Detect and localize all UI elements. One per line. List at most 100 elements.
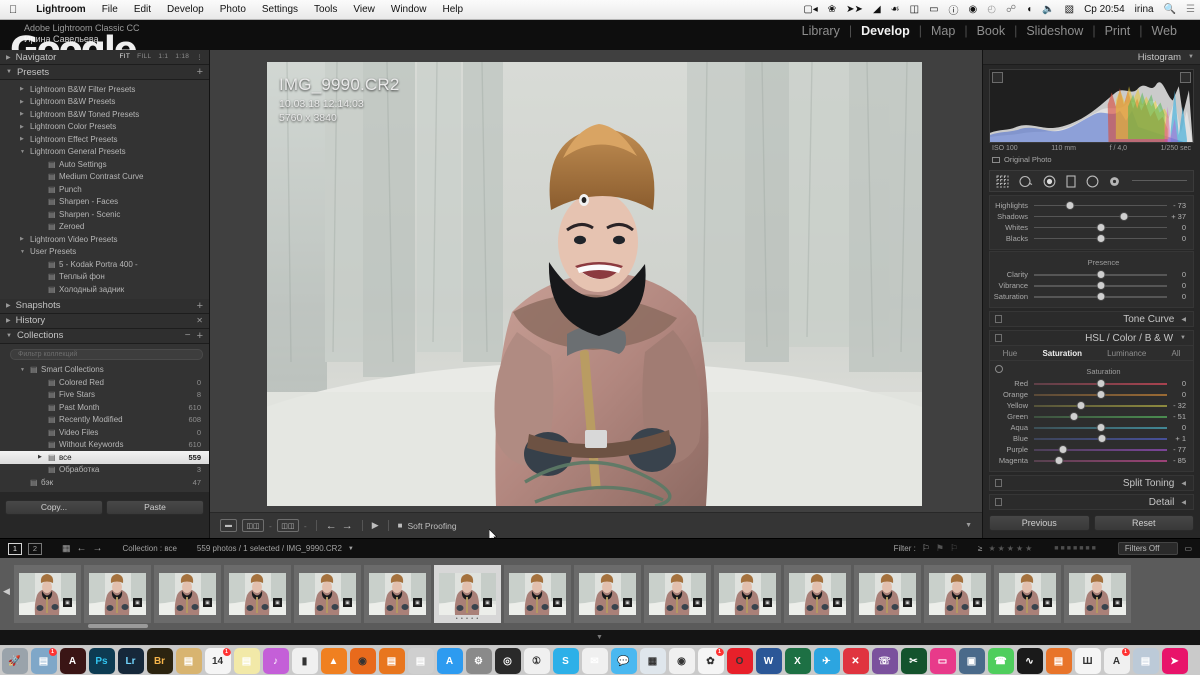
mail-icon[interactable]: ✉: [581, 648, 608, 674]
bridge-icon[interactable]: Br: [146, 648, 173, 674]
collection-item[interactable]: ▼ ▤ Smart Collections: [0, 364, 209, 377]
slider-row[interactable]: Blue + 1: [990, 433, 1193, 444]
filmstrip-thumbnail[interactable]: ▣: [504, 565, 571, 623]
tab-luminance[interactable]: Luminance: [1107, 349, 1146, 358]
volume-icon[interactable]: 🔈: [1037, 4, 1059, 15]
slider-row[interactable]: Purple - 77: [990, 444, 1193, 455]
badge-icon[interactable]: ▣: [693, 598, 702, 607]
badge-icon[interactable]: ▣: [343, 598, 352, 607]
slider-row[interactable]: Orange 0: [990, 389, 1193, 400]
itunes-icon[interactable]: ♪: [262, 648, 289, 674]
slider-value[interactable]: 0: [1167, 234, 1193, 243]
apple-logo-icon[interactable]: : [0, 4, 28, 16]
slider-track[interactable]: [1034, 401, 1167, 410]
photoshop-icon[interactable]: Ps: [88, 648, 115, 674]
zoom-fit[interactable]: FIT: [120, 53, 131, 61]
badge-icon[interactable]: ▣: [483, 598, 492, 607]
filmstrip-thumbnail[interactable]: ▣: [224, 565, 291, 623]
photos-icon[interactable]: ✿ 1: [697, 648, 724, 674]
preset-item[interactable]: ▶ Lightroom Effect Presets: [0, 133, 209, 146]
chevron-left-icon[interactable]: ◀: [1181, 499, 1186, 506]
preset-item[interactable]: ▤ Sharpen - Faces: [0, 196, 209, 209]
slider-row[interactable]: Magenta - 85: [990, 455, 1193, 466]
info-icon[interactable]: ⓘ: [944, 2, 964, 17]
page-1-button[interactable]: 1: [8, 542, 22, 555]
chevron-left-icon[interactable]: ◀: [1181, 480, 1186, 487]
flag-icon[interactable]: ◢: [868, 4, 886, 15]
collection-item[interactable]: ▤ Colored Red 0: [0, 376, 209, 389]
module-book[interactable]: Book: [968, 24, 1015, 38]
collection-item[interactable]: ▤ Video Files 0: [0, 426, 209, 439]
module-print[interactable]: Print: [1096, 24, 1140, 38]
1password-icon[interactable]: ①: [523, 648, 550, 674]
slider-row[interactable]: Green - 51: [990, 411, 1193, 422]
preset-item[interactable]: ▤ Medium Contrast Curve: [0, 171, 209, 184]
badge-icon[interactable]: ▣: [763, 598, 772, 607]
preset-item[interactable]: ▶ Lightroom B&W Presets: [0, 96, 209, 109]
filmstrip-thumbnail[interactable]: ▣: [784, 565, 851, 623]
flag-us-icon[interactable]: ▧: [1060, 4, 1079, 15]
chevron-down-icon[interactable]: ▼: [596, 634, 603, 641]
slider-value[interactable]: + 37: [1167, 212, 1193, 221]
histogram-plot[interactable]: [989, 69, 1194, 143]
slider-knob[interactable]: [1055, 457, 1063, 464]
preset-item[interactable]: ▤ Zeroed: [0, 221, 209, 234]
app-store-icon[interactable]: A: [436, 648, 463, 674]
module-develop[interactable]: Develop: [852, 24, 919, 38]
grid-view-icon[interactable]: ▦: [62, 543, 71, 554]
module-library[interactable]: Library: [793, 24, 849, 38]
chevron-left-icon[interactable]: ◀: [1181, 316, 1186, 323]
slider-row[interactable]: Blacks 0: [990, 233, 1193, 244]
opera-icon[interactable]: O: [726, 648, 753, 674]
color-label-filters[interactable]: ■■■■■■■: [1054, 545, 1098, 552]
copy-button[interactable]: Copy...: [5, 499, 103, 515]
acrobat-reader-icon[interactable]: A: [59, 648, 86, 674]
badge-icon[interactable]: ▣: [903, 598, 912, 607]
menu-item-file[interactable]: File: [94, 4, 126, 15]
slider-knob[interactable]: [1070, 413, 1078, 420]
slider-track[interactable]: [1034, 445, 1167, 454]
slider-value[interactable]: 0: [1167, 270, 1193, 279]
preset-item[interactable]: ▤ Auto Settings: [0, 158, 209, 171]
acrobat-pro-icon[interactable]: A1: [1103, 648, 1130, 674]
transfer-icon[interactable]: ➤➤: [841, 4, 868, 15]
arrow-right-icon[interactable]: →: [342, 520, 353, 532]
stickies-icon[interactable]: ▤: [233, 648, 260, 674]
menu-item-help[interactable]: Help: [434, 4, 471, 15]
preset-item[interactable]: ▶ Lightroom B&W Toned Presets: [0, 108, 209, 121]
slider-track[interactable]: [1034, 201, 1167, 210]
slider-row[interactable]: Shadows + 37: [990, 211, 1193, 222]
previous-button[interactable]: Previous: [989, 515, 1090, 531]
module-map[interactable]: Map: [922, 24, 964, 38]
chrome-icon[interactable]: ◉: [668, 648, 695, 674]
thumbnail-rating[interactable]: • • • • •: [434, 616, 501, 622]
plus-icon[interactable]: +: [191, 330, 203, 342]
badge-icon[interactable]: ▣: [553, 598, 562, 607]
audacity-icon[interactable]: ∿: [1016, 648, 1043, 674]
slider-track[interactable]: [1034, 281, 1167, 290]
display-icon[interactable]: ▭: [924, 4, 943, 15]
chevron-down-icon[interactable]: ▼: [1188, 54, 1194, 60]
preset-item[interactable]: ▶ Lightroom Video Presets: [0, 233, 209, 246]
zoom-1-1[interactable]: 1:1: [158, 53, 168, 61]
plus-icon[interactable]: +: [197, 300, 203, 312]
slider-track[interactable]: [1034, 456, 1167, 465]
slider-value[interactable]: - 51: [1167, 412, 1193, 421]
slider-track[interactable]: [1034, 270, 1167, 279]
screenshot-icon[interactable]: ▣: [958, 648, 985, 674]
split-toning-header[interactable]: Split Toning ◀: [989, 475, 1194, 491]
chevron-down-icon[interactable]: ▼: [1180, 335, 1186, 341]
filmstrip-thumbnail[interactable]: ▣: [1064, 565, 1131, 623]
page-2-button[interactable]: 2: [28, 542, 42, 555]
badge-icon[interactable]: ▣: [413, 598, 422, 607]
tone-curve-header[interactable]: Tone Curve ◀: [989, 311, 1194, 327]
slider-row[interactable]: Saturation 0: [990, 291, 1193, 302]
collection-item[interactable]: ▤ Five Stars 8: [0, 389, 209, 402]
scissors-icon[interactable]: ✂: [900, 648, 927, 674]
module-slideshow[interactable]: Slideshow: [1017, 24, 1092, 38]
filmstrip-thumbnail[interactable]: ▣: [994, 565, 1061, 623]
filmstrip-thumbnail[interactable]: ▣: [364, 565, 431, 623]
collection-item[interactable]: ▤ Past Month 610: [0, 401, 209, 414]
menubar-user[interactable]: irina: [1130, 4, 1159, 15]
system-preferences-icon[interactable]: ⚙: [465, 648, 492, 674]
